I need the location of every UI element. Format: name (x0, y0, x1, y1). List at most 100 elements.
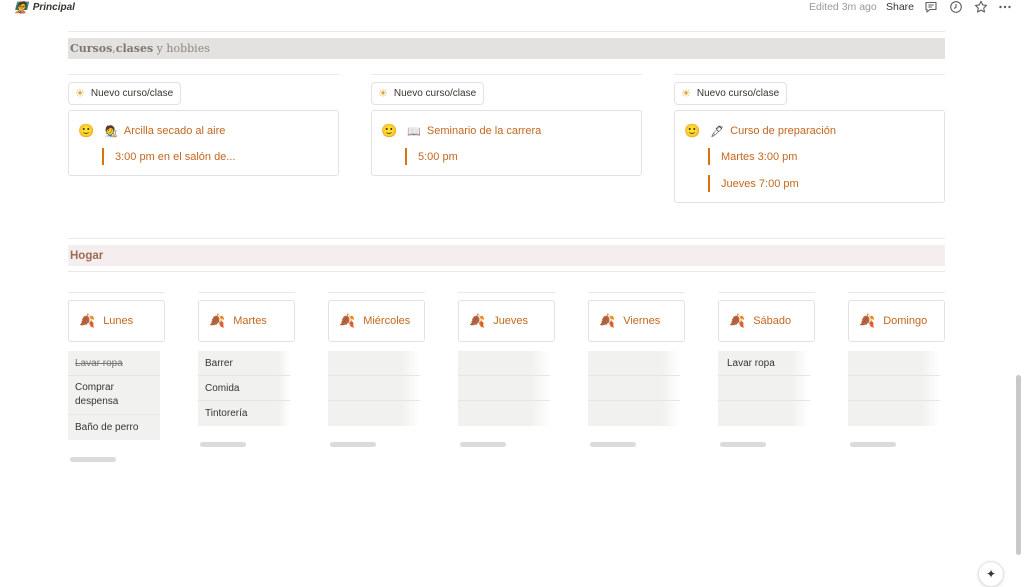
new-course-button[interactable]: ☀ Nuevo curso/clase (68, 82, 182, 105)
day-card-viernes[interactable]: 🍂 Viernes (588, 300, 685, 342)
horizontal-scrollbar[interactable] (330, 442, 376, 447)
empty-row (848, 401, 940, 426)
day-card-domingo[interactable]: 🍂 Domingo (848, 300, 945, 342)
horizontal-scrollbar[interactable] (590, 442, 636, 447)
horizontal-scrollbar[interactable] (200, 442, 246, 447)
top-bar: 🧑‍🏫 Principal Edited 3m ago Share (0, 0, 1024, 16)
artist-icon: 🧑‍🎨 (104, 125, 118, 138)
course-card[interactable]: 🙂 🧑‍🎨 Arcilla secado al aire 3:00 pm en … (68, 110, 339, 176)
course-title-row: 🙂 🖋 Curso de preparación (684, 123, 836, 139)
page-title[interactable]: Principal (33, 2, 75, 13)
leaf-icon: 🍂 (469, 313, 486, 328)
day-name: Viernes (623, 315, 661, 327)
empty-task-list (588, 351, 680, 426)
day-name: Lunes (103, 315, 134, 327)
task-item[interactable]: Lavar ropa (718, 351, 810, 376)
section-header-hogar: Hogar (68, 245, 945, 266)
horizontal-scrollbar[interactable] (460, 442, 506, 447)
course-title[interactable]: Arcilla secado al aire (124, 125, 226, 137)
ai-sparkle-button[interactable]: ✦ (978, 561, 1004, 587)
empty-row (458, 376, 550, 401)
column-divider (68, 74, 339, 75)
task-item[interactable]: Barrer (198, 351, 290, 376)
leaf-icon: 🍂 (859, 313, 876, 328)
task-item[interactable]: Lavar ropa (68, 351, 160, 376)
course-card[interactable]: 🙂 📖 Seminario de la carrera 5:00 pm (371, 110, 642, 176)
empty-row (328, 351, 420, 376)
task-list: Lavar ropa (718, 351, 810, 426)
empty-row (848, 351, 940, 376)
pen-icon: 🖋 (710, 125, 725, 138)
day-card-lunes[interactable]: 🍂 Lunes (68, 300, 165, 342)
page-emoji-icon: 🧑‍🏫 (14, 2, 28, 14)
task-list: Lavar ropa Comprar despensa Baño de perr… (68, 351, 160, 440)
new-course-button[interactable]: ☀ Nuevo curso/clase (371, 82, 485, 105)
empty-row (588, 401, 680, 426)
smiley-icon: 🙂 (381, 123, 398, 138)
course-title[interactable]: Curso de preparación (730, 125, 836, 137)
empty-row (718, 376, 810, 401)
share-button[interactable]: Share (886, 1, 914, 13)
new-course-button[interactable]: ☀ Nuevo curso/clase (674, 82, 788, 105)
star-icon[interactable] (974, 0, 988, 14)
empty-task-list (458, 351, 550, 426)
heading-sep: y (153, 42, 167, 55)
comment-icon[interactable] (924, 0, 938, 14)
task-list: Barrer Comida Tintorería (198, 351, 290, 426)
day-card-miercoles[interactable]: 🍂 Miércoles (328, 300, 425, 342)
breadcrumb[interactable]: 🧑‍🏫 Principal (14, 1, 75, 14)
empty-row (848, 376, 940, 401)
leaf-icon: 🍂 (209, 313, 226, 328)
smiley-icon: 🙂 (684, 123, 701, 138)
task-item[interactable]: Comprar despensa (68, 376, 160, 415)
new-course-label: Nuevo curso/clase (90, 88, 174, 99)
task-item[interactable]: Tintorería (198, 401, 290, 426)
section-header-cursos: Cursos, clases y hobbies (68, 38, 945, 59)
day-name: Miércoles (363, 315, 411, 327)
book-icon: 📖 (407, 125, 421, 138)
column-divider (371, 74, 642, 75)
column-divider (328, 292, 425, 293)
horizontal-scrollbar[interactable] (70, 457, 116, 462)
day-card-martes[interactable]: 🍂 Martes (198, 300, 295, 342)
column-divider (458, 292, 555, 293)
day-card-sabado[interactable]: 🍂 Sábado (718, 300, 815, 342)
task-item[interactable]: Baño de perro (68, 415, 160, 440)
more-icon[interactable] (998, 0, 1012, 14)
empty-row (588, 376, 680, 401)
empty-row (718, 401, 810, 426)
empty-row (458, 351, 550, 376)
course-title[interactable]: Seminario de la carrera (427, 125, 541, 137)
leaf-icon: 🍂 (339, 313, 356, 328)
day-name: Domingo (883, 315, 928, 327)
horizontal-scrollbar[interactable] (720, 442, 766, 447)
smiley-icon: 🙂 (78, 123, 95, 138)
empty-row (588, 351, 680, 376)
course-schedule: Jueves 7:00 pm (708, 175, 799, 192)
horizontal-scrollbar[interactable] (850, 442, 896, 447)
section-divider (68, 238, 945, 239)
empty-task-list (848, 351, 940, 426)
heading-word: clases (115, 42, 154, 55)
leaf-icon: 🍂 (599, 313, 616, 328)
course-schedule: Martes 3:00 pm (708, 148, 797, 165)
day-name: Sábado (753, 315, 792, 327)
day-name: Martes (233, 315, 267, 327)
course-title-row: 🙂 📖 Seminario de la carrera (381, 123, 541, 139)
day-name: Jueves (493, 315, 529, 327)
history-icon[interactable] (949, 0, 963, 14)
day-card-jueves[interactable]: 🍂 Jueves (458, 300, 555, 342)
column-divider (588, 292, 685, 293)
task-item[interactable]: Comida (198, 376, 290, 401)
empty-row (328, 401, 420, 426)
column-divider (68, 292, 165, 293)
sun-icon: ☀ (75, 88, 85, 100)
heading-word: hobbies (166, 42, 210, 55)
course-schedule: 3:00 pm en el salón de... (102, 148, 235, 165)
vertical-scrollbar[interactable] (1016, 375, 1021, 555)
course-card[interactable]: 🙂 🖋 Curso de preparación Martes 3:00 pm … (674, 110, 945, 203)
course-title-row: 🙂 🧑‍🎨 Arcilla secado al aire (78, 123, 225, 139)
heading-word: Cursos (70, 42, 113, 55)
new-course-label: Nuevo curso/clase (393, 88, 477, 99)
sun-icon: ☀ (681, 88, 691, 100)
